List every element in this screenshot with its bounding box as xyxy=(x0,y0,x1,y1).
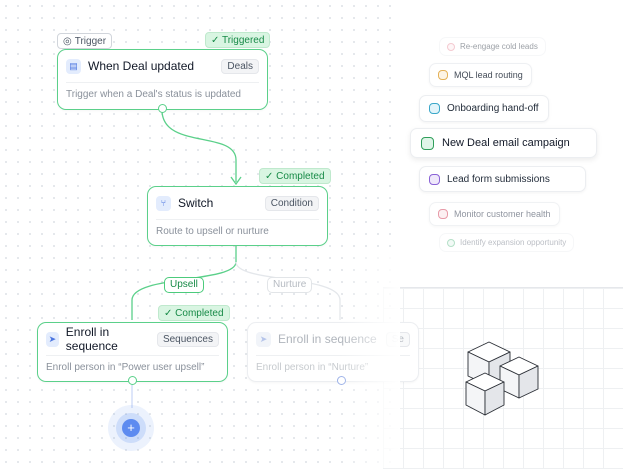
trigger-output-port[interactable] xyxy=(158,104,167,113)
deal-icon: ▤ xyxy=(66,58,81,74)
nurture-edge-label[interactable]: Nurture xyxy=(267,277,313,293)
upsell-edge-label[interactable]: Upsell xyxy=(164,277,204,293)
trigger-node-title: When Deal updated xyxy=(88,59,195,73)
workflow-icon xyxy=(421,136,434,150)
send-icon: ➤ xyxy=(46,331,59,347)
branch-icon: ⑂ xyxy=(156,195,171,211)
workflow-icon xyxy=(438,70,448,80)
switch-node-description: Route to upsell or nurture xyxy=(156,226,269,237)
switch-node-tag: Condition xyxy=(264,195,319,211)
campaign-item[interactable]: Lead form submissions xyxy=(419,166,586,192)
enroll-upsell-output-port[interactable] xyxy=(128,376,137,385)
target-icon: ◎ xyxy=(63,35,72,47)
enroll-upsell-tag: Sequences xyxy=(156,331,219,347)
campaign-item[interactable]: Identify expansion opportunity xyxy=(439,233,575,252)
switch-node[interactable]: ⑂ Switch Condition Route to upsell or nu… xyxy=(147,186,328,246)
switch-completed-badge: ✓ Completed xyxy=(259,168,331,184)
plus-icon: + xyxy=(122,419,140,437)
send-icon: ➤ xyxy=(256,331,271,347)
trigger-node-tag: Deals xyxy=(221,58,259,74)
workflow-icon xyxy=(429,173,440,185)
workflow-icon xyxy=(438,209,448,219)
cubes-illustration xyxy=(465,341,539,416)
workflow-icon xyxy=(429,103,440,114)
trigger-pill: ◎ Trigger xyxy=(57,33,113,49)
campaign-item[interactable]: Monitor customer health xyxy=(429,202,560,226)
enroll-upsell-title: Enroll in sequence xyxy=(65,325,118,353)
campaign-item[interactable]: Onboarding hand-off xyxy=(419,95,549,122)
campaign-item[interactable]: Re-engage cold leads xyxy=(439,37,546,56)
enroll-completed-badge: ✓ Completed xyxy=(158,305,230,321)
workflow-icon xyxy=(447,42,455,51)
campaign-item[interactable]: MQL lead routing xyxy=(429,63,532,87)
switch-node-title: Switch xyxy=(178,196,214,210)
trigger-pill-label: Trigger xyxy=(74,35,107,47)
add-step-button[interactable]: + xyxy=(108,405,154,451)
enroll-upsell-node[interactable]: ➤ Enroll in sequence Sequences Enroll pe… xyxy=(37,322,228,382)
trigger-node-description: Trigger when a Deal's status is updated xyxy=(66,89,241,100)
triggered-badge: ✓ Triggered xyxy=(205,32,271,48)
workflow-icon xyxy=(447,238,455,247)
trigger-node[interactable]: ▤ When Deal updated Deals Trigger when a… xyxy=(57,49,268,110)
campaign-item-active[interactable]: New Deal email campaign xyxy=(410,128,597,158)
